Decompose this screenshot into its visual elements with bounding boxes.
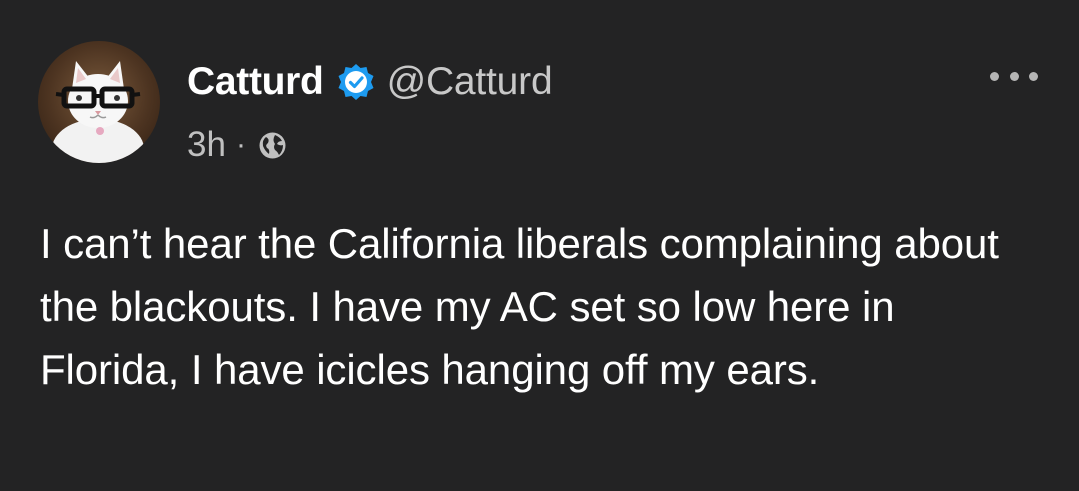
- cat-avatar-image: [52, 61, 144, 163]
- author-display-name[interactable]: Catturd: [187, 60, 324, 104]
- more-dot: [990, 71, 999, 81]
- post-meta: 3h ·: [187, 122, 289, 168]
- more-dot: [1029, 71, 1038, 81]
- social-post: Catturd @Catturd 3h · I can’t hear the C…: [0, 0, 1079, 491]
- meta-separator: ·: [235, 128, 246, 161]
- verified-badge-icon: [336, 62, 376, 102]
- post-header: Catturd @Catturd: [187, 56, 553, 108]
- post-text: I can’t hear the California liberals com…: [40, 220, 999, 393]
- more-options-icon[interactable]: [990, 66, 1038, 86]
- author-handle[interactable]: @Catturd: [387, 60, 553, 104]
- more-dot: [1009, 71, 1019, 81]
- post-timestamp[interactable]: 3h: [187, 125, 226, 165]
- globe-icon: [256, 129, 289, 162]
- avatar[interactable]: [38, 41, 160, 163]
